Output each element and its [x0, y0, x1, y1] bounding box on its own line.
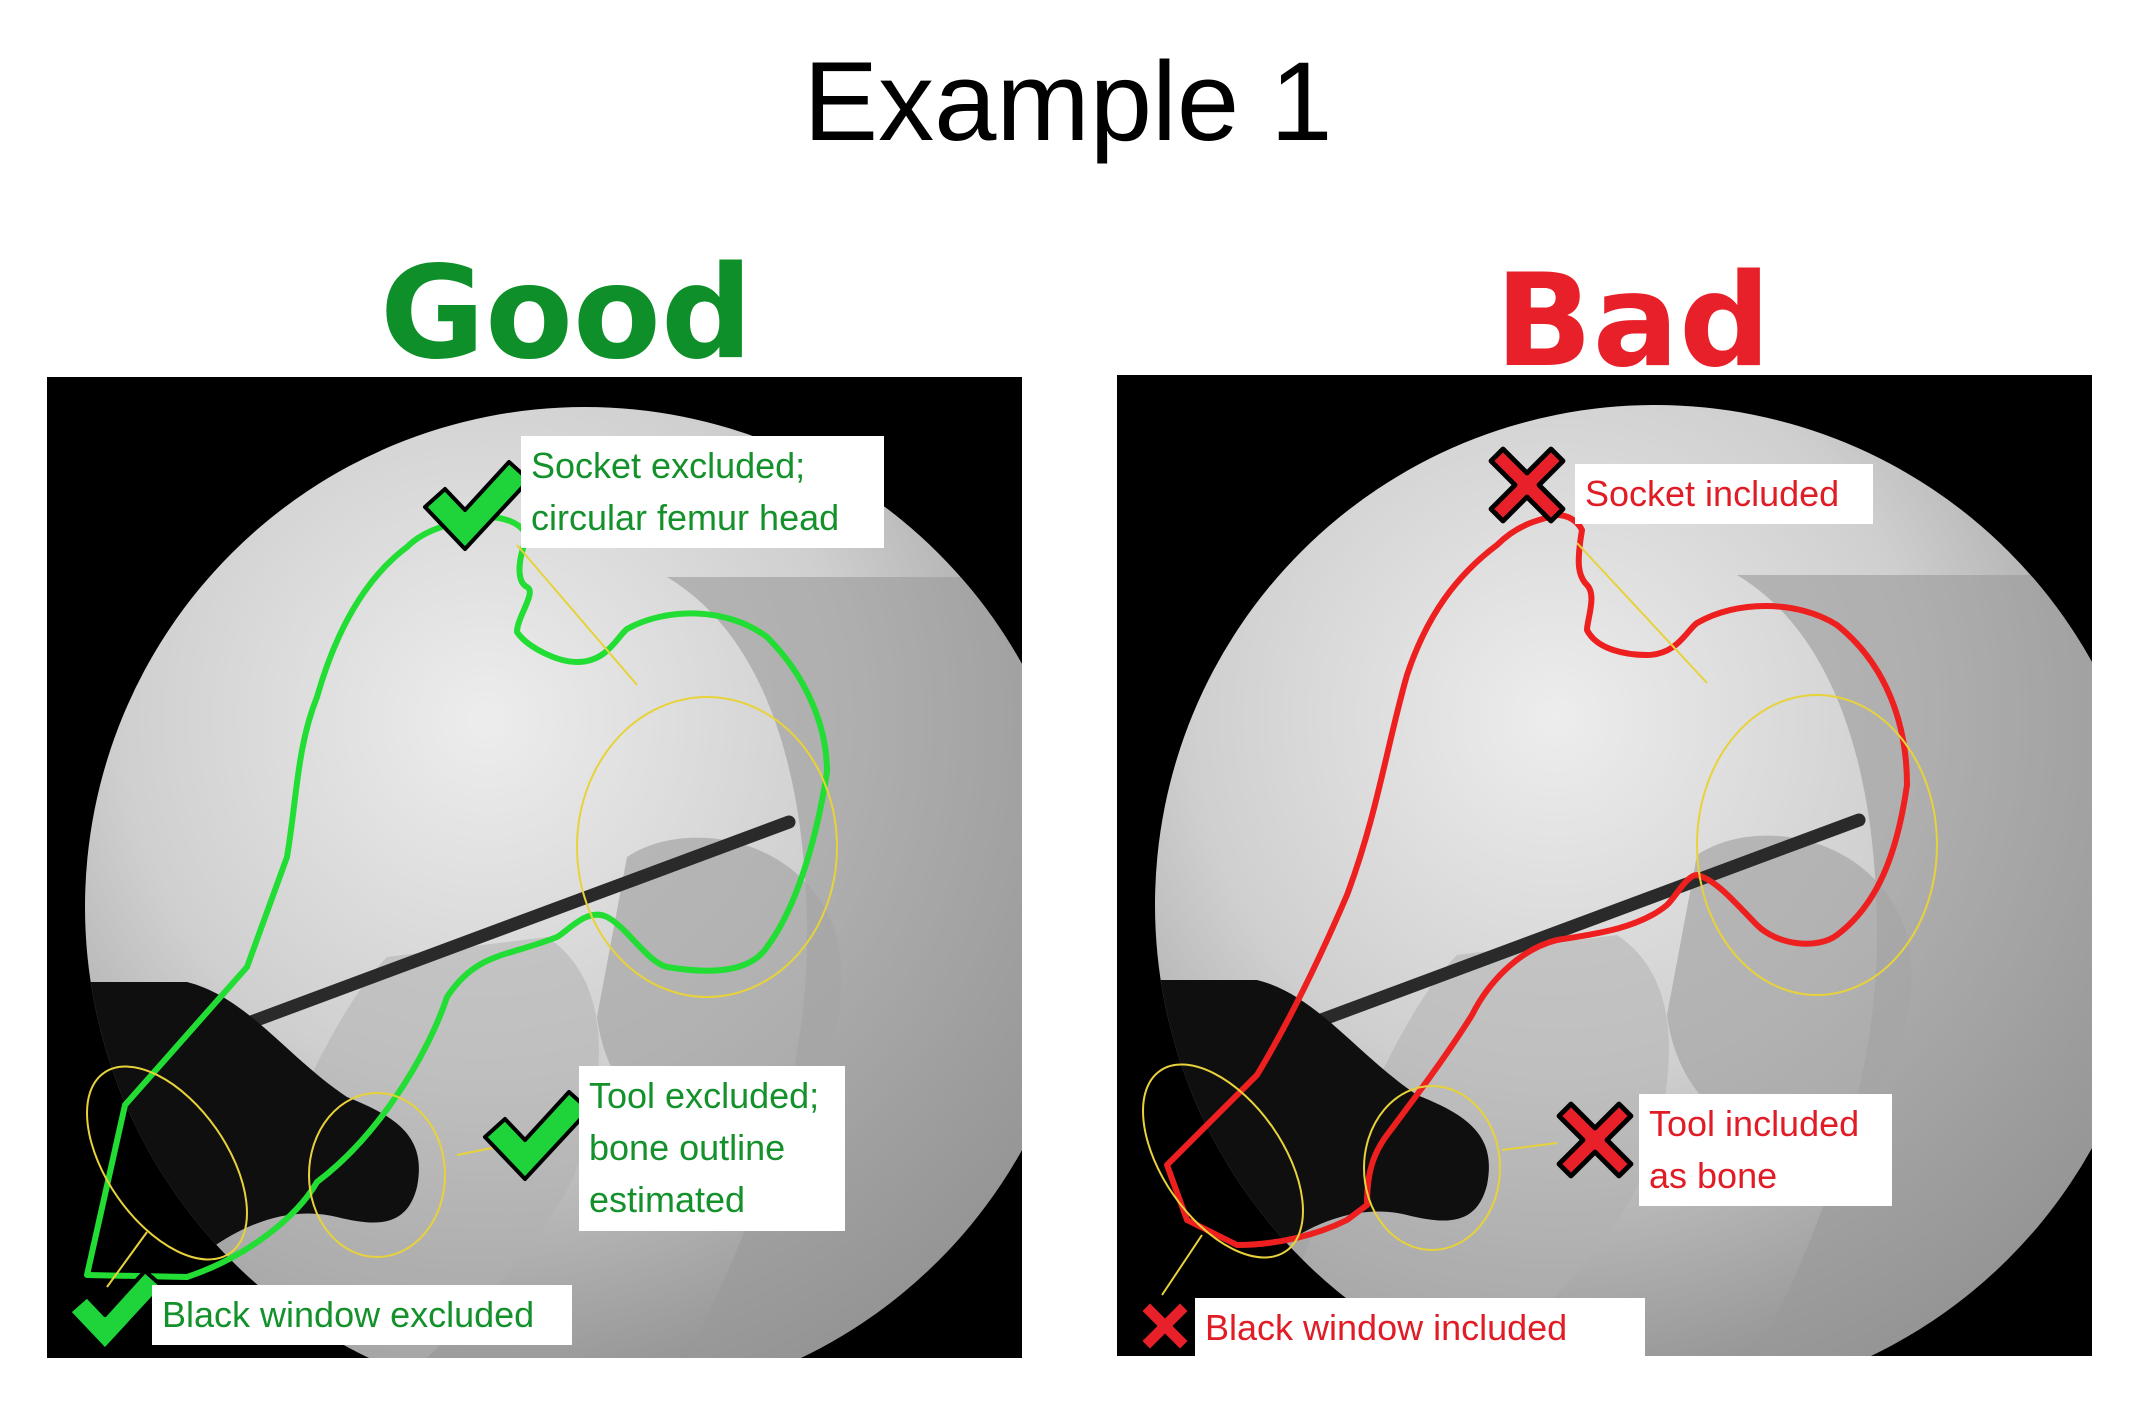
good-socket-label: Socket excluded; circular femur head	[521, 436, 884, 549]
good-tool-label: Tool excluded; bone outline estimated	[579, 1066, 845, 1231]
bad-heading: Bad	[1495, 247, 1771, 396]
good-window-label: Black window excluded	[152, 1285, 572, 1346]
bad-tool-label: Tool included as bone	[1639, 1094, 1892, 1207]
good-window-label-line: Black window excluded	[162, 1294, 535, 1335]
bad-window-label-line: Black window included	[1205, 1307, 1568, 1348]
good-heading: Good	[380, 239, 753, 388]
good-tool-label-line: estimated	[589, 1179, 746, 1221]
good-socket-label-line: Socket excluded;	[531, 445, 806, 486]
bad-socket-label: Socket included	[1575, 464, 1873, 525]
bad-tool-label-line: as bone	[1649, 1155, 1778, 1197]
good-socket-label-line: circular femur head	[531, 497, 840, 539]
page-title: Example 1	[803, 39, 1333, 164]
good-tool-label-line: Tool excluded;	[589, 1075, 820, 1116]
bad-socket-label-line: Socket included	[1585, 473, 1840, 514]
bad-tool-label-line: Tool included	[1649, 1103, 1860, 1144]
bad-window-label: Black window included	[1195, 1298, 1645, 1359]
good-tool-label-line: bone outline	[589, 1127, 786, 1169]
